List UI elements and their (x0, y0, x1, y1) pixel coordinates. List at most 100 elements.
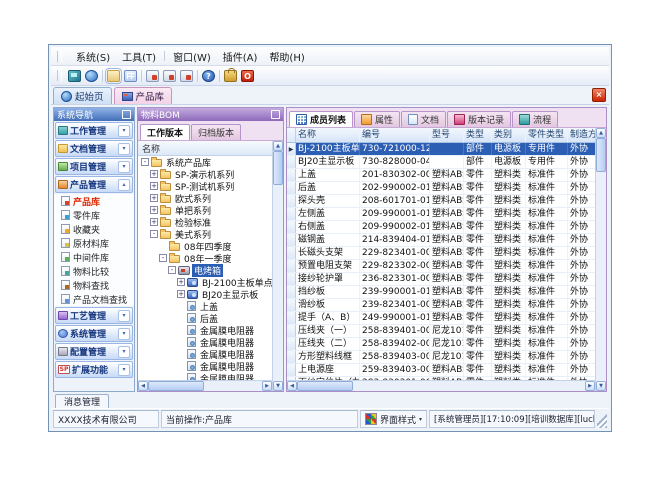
tree-column-header[interactable]: 名称 (138, 141, 272, 156)
message-manager-tab[interactable]: 消息管理 (55, 394, 109, 408)
scroll-up-icon[interactable] (273, 141, 283, 151)
tree-node[interactable]: 金属膜电阻器 (138, 360, 272, 372)
tree-node[interactable]: + 单把系列 (138, 204, 272, 216)
vertical-scrollbar[interactable] (595, 128, 606, 391)
tree-node[interactable]: - 08年一季度 (138, 252, 272, 264)
tree-node[interactable]: 上盖 (138, 300, 272, 312)
menu-item[interactable]: 插件(A) (223, 49, 258, 64)
table-row[interactable]: 上盖 201-830302-00E 塑料ABS 零件 塑料类 标准件 外协 条 (287, 169, 595, 182)
document-tab[interactable]: 产品库 (114, 87, 173, 104)
expander-icon[interactable]: + (177, 290, 185, 298)
document-tab[interactable]: 起始页 (53, 87, 112, 104)
menu-item[interactable]: 系统(S) (76, 49, 110, 64)
table-row[interactable]: 预置电阻支架 229-823302-00E 塑料ABS 零件 塑料类 标准件 外… (287, 260, 595, 273)
menu-item[interactable]: 窗口(W) (173, 49, 211, 64)
resize-grip[interactable] (597, 410, 607, 428)
scrollbar-thumb[interactable] (596, 138, 606, 172)
detail-tab[interactable]: 成员列表 (289, 111, 353, 127)
pin-icon[interactable] (122, 110, 131, 119)
menu-item[interactable]: 帮助(H) (269, 49, 304, 64)
table-row[interactable]: 长磁头支架 229-823401-00E 塑料ABS 零件 塑料类 标准件 外协… (287, 247, 595, 260)
chevron-icon[interactable]: ▾ (118, 346, 130, 358)
table-row[interactable]: 后盖 202-990002-01E 塑料ABS 零件 塑料类 标准件 外协 条 (287, 182, 595, 195)
tree-node[interactable]: + 欧式系列 (138, 192, 272, 204)
tree-node[interactable]: 金属膜电阻器 (138, 324, 272, 336)
expander-icon[interactable]: + (177, 278, 185, 286)
table-row[interactable]: 左侧盖 209-990001-01E 塑料ABS 零件 塑料类 标准件 外协 条 (287, 208, 595, 221)
nav-item[interactable]: 收藏夹 (54, 222, 134, 236)
detail-tab[interactable]: 流程 (512, 111, 558, 127)
expander-icon[interactable]: + (150, 218, 158, 226)
tree-node[interactable]: - 电烤箱 (138, 264, 272, 276)
nav-group-header[interactable]: 配置管理 ▾ (55, 343, 133, 360)
expander-icon[interactable]: - (150, 230, 158, 238)
table-row[interactable]: 提手（A、B） 249-990001-01E 塑料ABS 零件 塑料类 标准件 … (287, 312, 595, 325)
column-header[interactable]: 制造方式 (568, 128, 595, 142)
tree-node[interactable]: - 美式系列 (138, 228, 272, 240)
table-row[interactable]: 挡纱板 239-990001-01E 塑料ABS 零件 塑料类 标准件 外协 条 (287, 286, 595, 299)
drag-grip[interactable] (57, 51, 62, 62)
horizontal-scrollbar[interactable] (287, 380, 595, 391)
detail-tab[interactable]: 属性 (354, 111, 400, 127)
toolbar-divider[interactable] (219, 70, 220, 82)
tree-node[interactable]: + BJ-2100主板单点 (138, 276, 272, 288)
nav-group-header[interactable]: 项目管理 ▾ (55, 158, 133, 175)
stop-icon[interactable] (241, 70, 254, 82)
table-row[interactable]: 上电源座 259-839403-00E 塑料ABS 零件 塑料类 标准件 外协 … (287, 364, 595, 377)
tree-node[interactable]: 08年四季度 (138, 240, 272, 252)
column-header[interactable]: 型号 (430, 128, 464, 142)
monitor-icon[interactable] (68, 70, 81, 82)
table-row[interactable]: 右侧盖 209-990002-01E 塑料ABS 零件 塑料类 标准件 外协 条 (287, 221, 595, 234)
scrollbar-thumb[interactable] (297, 381, 353, 391)
vertical-scrollbar[interactable] (272, 141, 283, 391)
expander-icon[interactable]: + (150, 194, 158, 202)
expander-icon[interactable]: + (150, 206, 158, 214)
expander-icon[interactable]: - (141, 158, 149, 166)
horizontal-scrollbar[interactable] (138, 380, 272, 391)
toolbar-divider[interactable] (197, 70, 198, 82)
table-row[interactable]: 滑纱板 239-823401-00E 塑料ABS 零件 塑料类 标准件 外协 条 (287, 299, 595, 312)
table-row[interactable]: BJ20主显示板 730-828000-04E 部件 电源板 专用件 外协 颗 (287, 156, 595, 169)
scroll-left-icon[interactable] (287, 381, 297, 391)
nav-item[interactable]: 产品文档查找 (54, 292, 134, 306)
toolbar-divider[interactable] (102, 70, 103, 82)
chevron-icon[interactable]: ▾ (118, 143, 130, 155)
chevron-icon[interactable]: ▾ (118, 328, 130, 340)
nav-item[interactable]: 产品库 (54, 194, 134, 208)
column-header[interactable]: 零件类型 (526, 128, 568, 142)
scroll-up-icon[interactable] (596, 128, 606, 138)
nav-group-header[interactable]: 系统管理 ▾ (55, 325, 133, 342)
scroll-down-icon[interactable] (273, 381, 283, 391)
menu-item[interactable] (164, 51, 165, 61)
table-row[interactable]: 压线夹（二） 258-839402-00E 尼龙1010 零件 塑料类 标准件 … (287, 338, 595, 351)
tree-node[interactable]: + SP-测试机系列 (138, 180, 272, 192)
report-icon-1[interactable] (146, 70, 159, 82)
drag-grip[interactable] (57, 70, 62, 81)
nav-item[interactable]: 中间件库 (54, 250, 134, 264)
nav-group-header[interactable]: 工艺管理 ▾ (55, 307, 133, 324)
pin-icon[interactable] (271, 110, 280, 119)
detail-tab[interactable]: 文档 (401, 111, 446, 127)
table-row[interactable]: BJ-2100主板单点 730-721000-12E 部件 电源板 专用件 外协… (287, 143, 595, 156)
column-header[interactable]: 名称 (296, 128, 360, 142)
chevron-icon[interactable]: ▾ (118, 161, 130, 173)
bom-version-tab[interactable]: 归档版本 (191, 124, 241, 140)
tree-node[interactable]: - 系统产品库 (138, 156, 272, 168)
tree-node[interactable]: 金属膜电阻器 (138, 336, 272, 348)
column-header[interactable]: 编号 (360, 128, 430, 142)
globe-icon[interactable] (85, 70, 98, 82)
scrollbar-thumb[interactable] (148, 381, 204, 391)
expander-icon[interactable]: + (150, 182, 158, 190)
detail-tab[interactable]: 版本记录 (447, 111, 511, 127)
tree-node[interactable]: 金属膜电阻器 (138, 348, 272, 360)
scrollbar-thumb[interactable] (273, 151, 283, 185)
tree-node[interactable]: + BJ20主显示板 (138, 288, 272, 300)
close-tab-icon[interactable] (592, 88, 606, 102)
chevron-icon[interactable]: ▴ (118, 179, 130, 191)
tree-node[interactable]: 金属膜电阻器 (138, 372, 272, 380)
chevron-icon[interactable]: ▾ (118, 310, 130, 322)
tree-node[interactable]: 后盖 (138, 312, 272, 324)
menu-item[interactable]: 工具(T) (122, 49, 156, 64)
report-icon-3[interactable] (180, 70, 193, 82)
scroll-down-icon[interactable] (596, 381, 606, 391)
